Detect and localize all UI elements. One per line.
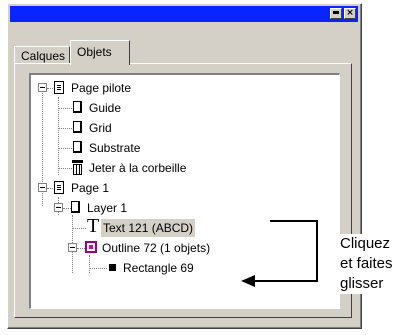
instruction-line: et faites bbox=[340, 255, 393, 272]
instruction-line: glisser bbox=[340, 275, 384, 292]
tab-objets[interactable]: Objets bbox=[70, 40, 130, 65]
instruction-line: Cliquez bbox=[340, 235, 391, 252]
drag-instruction: Cliquez et faites glisser bbox=[340, 234, 404, 294]
